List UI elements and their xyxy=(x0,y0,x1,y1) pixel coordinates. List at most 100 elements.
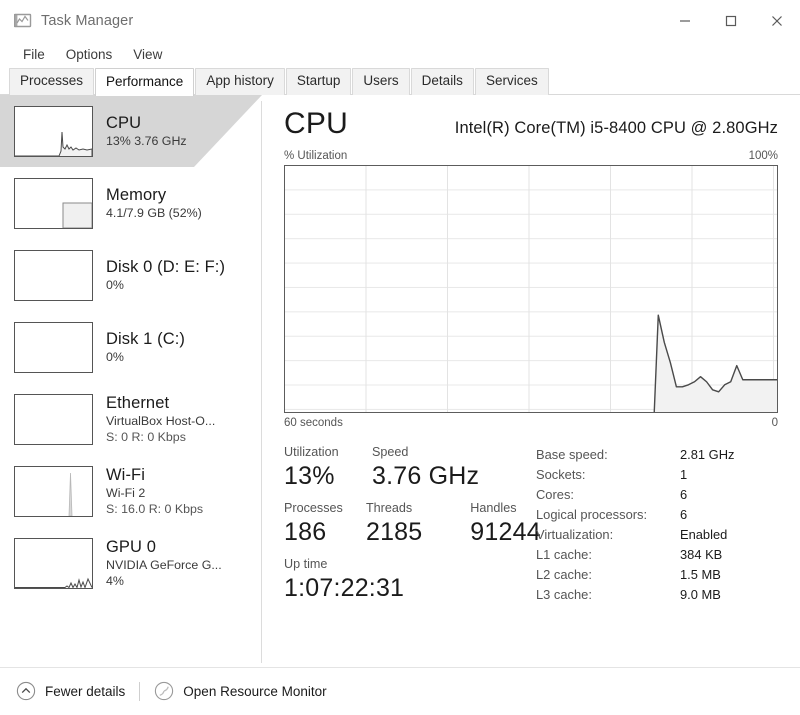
tab-users[interactable]: Users xyxy=(352,68,410,95)
sidebar-item-disk0-text: Disk 0 (D: E: F:) 0% xyxy=(106,257,225,294)
sidebar-item-gpu0-stat: 4% xyxy=(106,574,124,589)
menu-bar: File Options View xyxy=(0,42,800,68)
sidebar-item-cpu[interactable]: CPU 13% 3.76 GHz xyxy=(0,95,262,167)
sidebar-item-ethernet-adapter: VirtualBox Host-O... xyxy=(106,413,216,428)
cpu-model-name: Intel(R) Core(TM) i5-8400 CPU @ 2.80GHz xyxy=(454,119,778,137)
stat-threads: Threads 2185 xyxy=(366,499,470,548)
sidebar-item-ethernet-text: Ethernet VirtualBox Host-O... S: 0 R: 0 … xyxy=(106,393,215,446)
stat-uptime-label: Up time xyxy=(284,556,328,571)
sidebar-item-memory-text: Memory 4.1/7.9 GB (52%) xyxy=(106,185,202,222)
sidebar-item-gpu0-text: GPU 0 NVIDIA GeForce G... 4% xyxy=(106,537,222,590)
cpu-utilization-graph xyxy=(284,165,778,413)
performance-detail-panel: CPU Intel(R) Core(TM) i5-8400 CPU @ 2.80… xyxy=(262,95,800,667)
window-controls xyxy=(662,0,800,42)
fewer-details-label: Fewer details xyxy=(45,683,126,699)
sidebar-item-gpu0-model: NVIDIA GeForce G... xyxy=(106,557,222,572)
task-manager-icon xyxy=(13,13,32,29)
maximize-button[interactable] xyxy=(708,0,754,42)
stat-speed-label: Speed xyxy=(372,445,409,459)
stats-row-processes-threads-handles: Processes 186 Threads 2185 Handles 91244 xyxy=(284,499,541,548)
fewer-details-button[interactable]: Fewer details xyxy=(16,681,125,701)
stat-threads-label: Threads xyxy=(365,500,413,515)
stat-speed-value: 3.76 GHz xyxy=(372,462,480,491)
sidebar-item-wifi[interactable]: Wi-Fi Wi-Fi 2 S: 16.0 R: 0 Kbps xyxy=(0,455,262,527)
graph-y-axis-label: % Utilization xyxy=(284,150,348,162)
stats-spacer-2 xyxy=(284,548,536,555)
resource-monitor-icon xyxy=(154,681,174,701)
sidebar-item-disk1[interactable]: Disk 1 (C:) 0% xyxy=(0,311,262,383)
page-title: CPU xyxy=(284,107,348,140)
sidebar-item-cpu-label: CPU xyxy=(106,113,142,132)
spec-l2-cache-value: 1.5 MB xyxy=(680,567,721,583)
stat-uptime-value: 1:07:22:31 xyxy=(284,573,405,602)
stat-threads-value: 2185 xyxy=(365,518,423,546)
sidebar-item-disk0[interactable]: Disk 0 (D: E: F:) 0% xyxy=(0,239,262,311)
stat-uptime: Up time 1:07:22:31 xyxy=(284,555,404,604)
spec-l2-cache: L2 cache: 1.5 MB xyxy=(536,565,778,585)
open-resource-monitor-button[interactable]: Open Resource Monitor xyxy=(154,681,327,701)
tab-processes[interactable]: Processes xyxy=(9,68,95,95)
stat-handles-label: Handles xyxy=(470,500,517,515)
disk1-graph-icon xyxy=(14,321,93,373)
spec-cores-key: Cores: xyxy=(536,487,574,503)
sidebar-item-ethernet-throughput: S: 0 R: 0 Kbps xyxy=(106,430,186,445)
graph-plot xyxy=(653,314,777,412)
spec-base-speed-key: Base speed: xyxy=(536,447,608,462)
spec-l1-cache: L1 cache: 384 KB xyxy=(536,545,778,565)
spec-base-speed: Base speed: 2.81 GHz xyxy=(536,445,778,465)
stat-handles: Handles 91244 xyxy=(470,499,540,548)
stats-area: Utilization 13% Speed 3.76 GHz Processes… xyxy=(284,443,778,606)
disk0-graph-icon xyxy=(14,249,93,301)
sidebar-item-ethernet-label: Ethernet xyxy=(106,393,170,412)
stat-processes-value: 186 xyxy=(284,518,327,546)
cpu-sparkline-icon xyxy=(14,105,93,157)
content-area: CPU 13% 3.76 GHz Memory 4.1/7.9 GB (52%) xyxy=(0,95,800,667)
graph-bottom-labels: 60 seconds 0 xyxy=(284,417,778,429)
sidebar-item-wifi-text: Wi-Fi Wi-Fi 2 S: 16.0 R: 0 Kbps xyxy=(106,465,203,518)
sidebar-item-memory[interactable]: Memory 4.1/7.9 GB (52%) xyxy=(0,167,262,239)
stats-row-utilization-speed: Utilization 13% Speed 3.76 GHz xyxy=(284,443,536,492)
tab-strip: Processes Performance App history Startu… xyxy=(0,68,800,96)
stats-spacer-1 xyxy=(284,492,536,499)
footer-divider xyxy=(139,681,141,701)
menu-item-options[interactable]: Options xyxy=(56,45,123,65)
sidebar-item-ethernet[interactable]: Ethernet VirtualBox Host-O... S: 0 R: 0 … xyxy=(0,383,262,455)
spec-l3-cache-value: 9.0 MB xyxy=(680,587,721,603)
graph-y-axis-max: 100% xyxy=(748,150,778,162)
wifi-spike-icon xyxy=(14,465,93,517)
sidebar-item-gpu0[interactable]: GPU 0 NVIDIA GeForce G... 4% xyxy=(0,527,262,599)
spec-logical-processors-key: Logical processors: xyxy=(536,507,648,523)
spec-l1-cache-value: 384 KB xyxy=(680,547,723,563)
task-manager-window: Task Manager File Options View Processes… xyxy=(0,0,800,715)
stat-utilization-label: Utilization xyxy=(284,445,339,459)
sidebar-item-wifi-adapter: Wi-Fi 2 xyxy=(106,485,146,500)
sidebar-item-cpu-text: CPU 13% 3.76 GHz xyxy=(106,113,187,150)
memory-block-icon xyxy=(14,177,93,229)
tab-details[interactable]: Details xyxy=(410,68,474,95)
menu-item-view[interactable]: View xyxy=(123,45,172,65)
tab-services[interactable]: Services xyxy=(474,68,549,95)
tab-app-history[interactable]: App history xyxy=(195,68,285,95)
menu-item-file[interactable]: File xyxy=(13,45,55,65)
sidebar-item-gpu0-label: GPU 0 xyxy=(106,537,157,556)
graph-x-axis-end: 0 xyxy=(771,417,778,429)
minimize-button[interactable] xyxy=(662,0,708,42)
tab-performance[interactable]: Performance xyxy=(95,68,195,96)
close-button[interactable] xyxy=(754,0,800,42)
cpu-specifications: Base speed: 2.81 GHz Sockets: 1 Cores: 6… xyxy=(536,443,778,606)
sidebar-item-memory-stat: 4.1/7.9 GB (52%) xyxy=(106,205,202,220)
sidebar-item-disk0-stat: 0% xyxy=(106,277,124,292)
spec-base-speed-value: 2.81 GHz xyxy=(680,447,735,462)
window-title: Task Manager xyxy=(41,13,134,29)
sidebar-item-memory-label: Memory xyxy=(106,185,167,204)
sidebar-item-wifi-label: Wi-Fi xyxy=(106,465,145,484)
spec-l1-cache-key: L1 cache: xyxy=(536,547,592,563)
spec-cores-value: 6 xyxy=(680,487,688,503)
tab-startup[interactable]: Startup xyxy=(285,68,352,95)
spec-sockets-value: 1 xyxy=(680,467,688,483)
spec-cores: Cores: 6 xyxy=(536,485,778,505)
spec-logical-processors: Logical processors: 6 xyxy=(536,505,778,525)
spec-l3-cache-key: L3 cache: xyxy=(536,587,592,603)
graph-top-labels: % Utilization 100% xyxy=(284,150,778,162)
resource-sidebar: CPU 13% 3.76 GHz Memory 4.1/7.9 GB (52%) xyxy=(0,95,262,667)
